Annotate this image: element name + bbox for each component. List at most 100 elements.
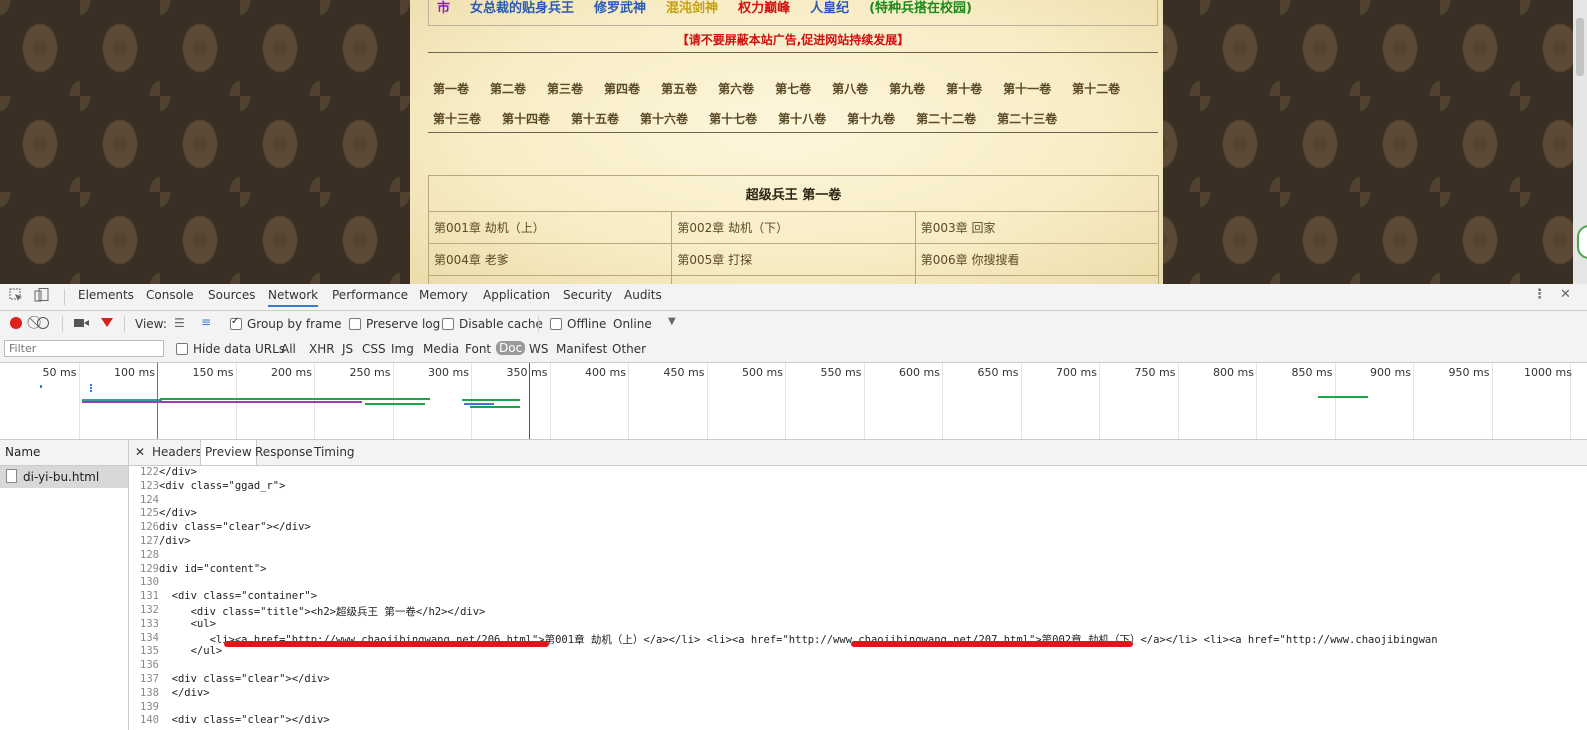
hide-data-urls-checkbox[interactable] [176,343,188,355]
close-detail-icon[interactable]: ✕ [131,440,149,464]
chapter-link[interactable]: 第003章 回家 [914,211,1160,244]
volume-link[interactable]: 第二卷 [490,80,526,97]
name-column-header[interactable]: Name [0,440,128,466]
volume-link[interactable]: 第六卷 [718,80,754,97]
nav-link[interactable]: 市 [437,1,450,16]
filter-type-manifest[interactable]: Manifest [556,342,607,356]
close-icon[interactable]: ✕ [1560,287,1571,302]
volume-link[interactable]: 第十二卷 [1072,80,1120,97]
waterfall-view-icon[interactable]: ≡ [201,315,211,329]
line-number: 133 [140,617,159,630]
volume-link[interactable]: 第二十二卷 [916,110,976,127]
filter-type-font[interactable]: Font [465,342,491,356]
volume-link[interactable]: 第一卷 [433,80,469,97]
volume-link[interactable]: 第十九卷 [847,110,895,127]
hide-data-urls-label: Hide data URLs [193,342,286,356]
tab-response[interactable]: Response [251,440,317,464]
chapter-link[interactable]: 第001章 劫机（上） [427,211,673,244]
tab-preview[interactable]: Preview [200,440,257,465]
volume-link[interactable]: 第三卷 [547,80,583,97]
tab-network[interactable]: Network [268,288,319,307]
timeline-gridline [1177,363,1179,439]
tab-timing[interactable]: Timing [310,440,359,464]
tab-console[interactable]: Console [146,288,194,302]
volume-link[interactable]: 第十一卷 [1003,80,1051,97]
code-line: </ul> [159,645,223,658]
line-number: 137 [140,673,159,685]
chapter-link[interactable]: 第006章 你搜搜看 [914,243,1160,276]
volume-link[interactable]: 第十三卷 [433,110,481,127]
group-by-frame-checkbox[interactable] [230,316,242,330]
timeline-bar [462,399,520,401]
inspect-element-icon[interactable] [9,288,23,306]
clear-icon[interactable] [37,317,49,329]
record-icon[interactable] [10,317,22,329]
video-capture-icon[interactable] [74,319,84,327]
volume-link[interactable]: 第十八卷 [778,110,826,127]
volume-link[interactable]: 第九卷 [889,80,925,97]
nav-link[interactable]: 人皇纪 [810,1,849,16]
disable-cache-checkbox[interactable] [442,318,454,330]
filter-type-all[interactable]: All [281,342,296,356]
nav-link[interactable]: 权力巅峰 [738,1,790,16]
volume-link[interactable]: 第十四卷 [502,110,550,127]
throttling-select[interactable]: Online [613,317,652,331]
response-source-preview[interactable]: 122 </div> 123 <div class="ggad_r"> 124 125 </… [129,466,1587,730]
nav-link[interactable]: 修罗武神 [594,1,646,16]
volume-link[interactable]: 第五卷 [661,80,697,97]
divider [428,52,1158,53]
filter-type-css[interactable]: CSS [362,342,386,356]
filter-type-media[interactable]: Media [423,342,459,356]
top-nav-links: 市 女总裁的贴身兵王 修罗武神 混沌剑神 权力巅峰 人皇纪 (特种兵搭在校园) [428,0,1158,26]
volume-link[interactable]: 第十六卷 [640,110,688,127]
filter-type-other[interactable]: Other [612,342,646,356]
tab-elements[interactable]: Elements [78,288,134,302]
volume-link[interactable]: 第十五卷 [571,110,619,127]
request-row[interactable]: di-yi-bu.html [0,466,128,488]
filter-type-img[interactable]: Img [391,342,414,356]
volume-link[interactable]: 第十七卷 [709,110,757,127]
filter-icon[interactable] [101,318,113,327]
filter-type-doc[interactable]: Doc [496,341,526,355]
request-name: di-yi-bu.html [23,470,100,484]
timeline-gridline [706,363,708,439]
nav-link[interactable]: 女总裁的贴身兵王 [470,1,574,16]
tab-security[interactable]: Security [563,288,612,302]
volume-link[interactable]: 第八卷 [832,80,868,97]
tab-audits[interactable]: Audits [624,288,662,302]
line-number: 131 [140,590,159,603]
line-number: 139 [140,700,159,713]
nav-link[interactable]: (特种兵搭在校园) [869,1,972,16]
filter-type-ws[interactable]: WS [529,342,548,356]
device-toolbar-icon[interactable] [34,288,50,306]
scrollbar-thumb[interactable] [1576,18,1584,76]
list-view-icon[interactable]: ☰ [174,316,185,330]
filter-type-js[interactable]: JS [342,342,353,356]
volume-link[interactable]: 第十卷 [946,80,982,97]
filter-input[interactable] [4,340,164,357]
floating-widget[interactable] [1577,225,1587,259]
timeline-bar [160,398,430,400]
filter-type-xhr[interactable]: XHR [309,342,335,356]
tab-performance[interactable]: Performance [332,288,408,302]
volume-link[interactable]: 第四卷 [604,80,640,97]
network-overview-timeline[interactable]: 50 ms 100 ms 150 ms 200 ms 250 ms 300 ms 350 m… [0,363,1587,440]
line-number: 125 [140,507,159,520]
tab-application[interactable]: Application [483,288,550,302]
timeline-tick-label: 600 ms [899,366,940,379]
tab-memory[interactable]: Memory [419,288,468,302]
tab-sources[interactable]: Sources [208,288,255,302]
tab-headers[interactable]: Headers [148,440,206,464]
disable-cache-label: Disable cache [459,317,543,331]
chapter-link[interactable]: 第004章 老爹 [427,243,673,276]
volume-link[interactable]: 第二十三卷 [997,110,1057,127]
chapter-link[interactable]: 第002章 劫机（下） [671,211,916,244]
chevron-down-icon[interactable]: ▼ [668,316,676,327]
volume-link[interactable]: 第七卷 [775,80,811,97]
more-options-icon[interactable]: ⋮ [1533,287,1546,302]
offline-checkbox[interactable] [550,318,562,330]
nav-link[interactable]: 混沌剑神 [666,1,718,16]
chapter-link[interactable]: 第005章 打探 [671,243,916,276]
preserve-log-checkbox[interactable] [349,318,361,330]
timeline-bar [470,406,520,408]
